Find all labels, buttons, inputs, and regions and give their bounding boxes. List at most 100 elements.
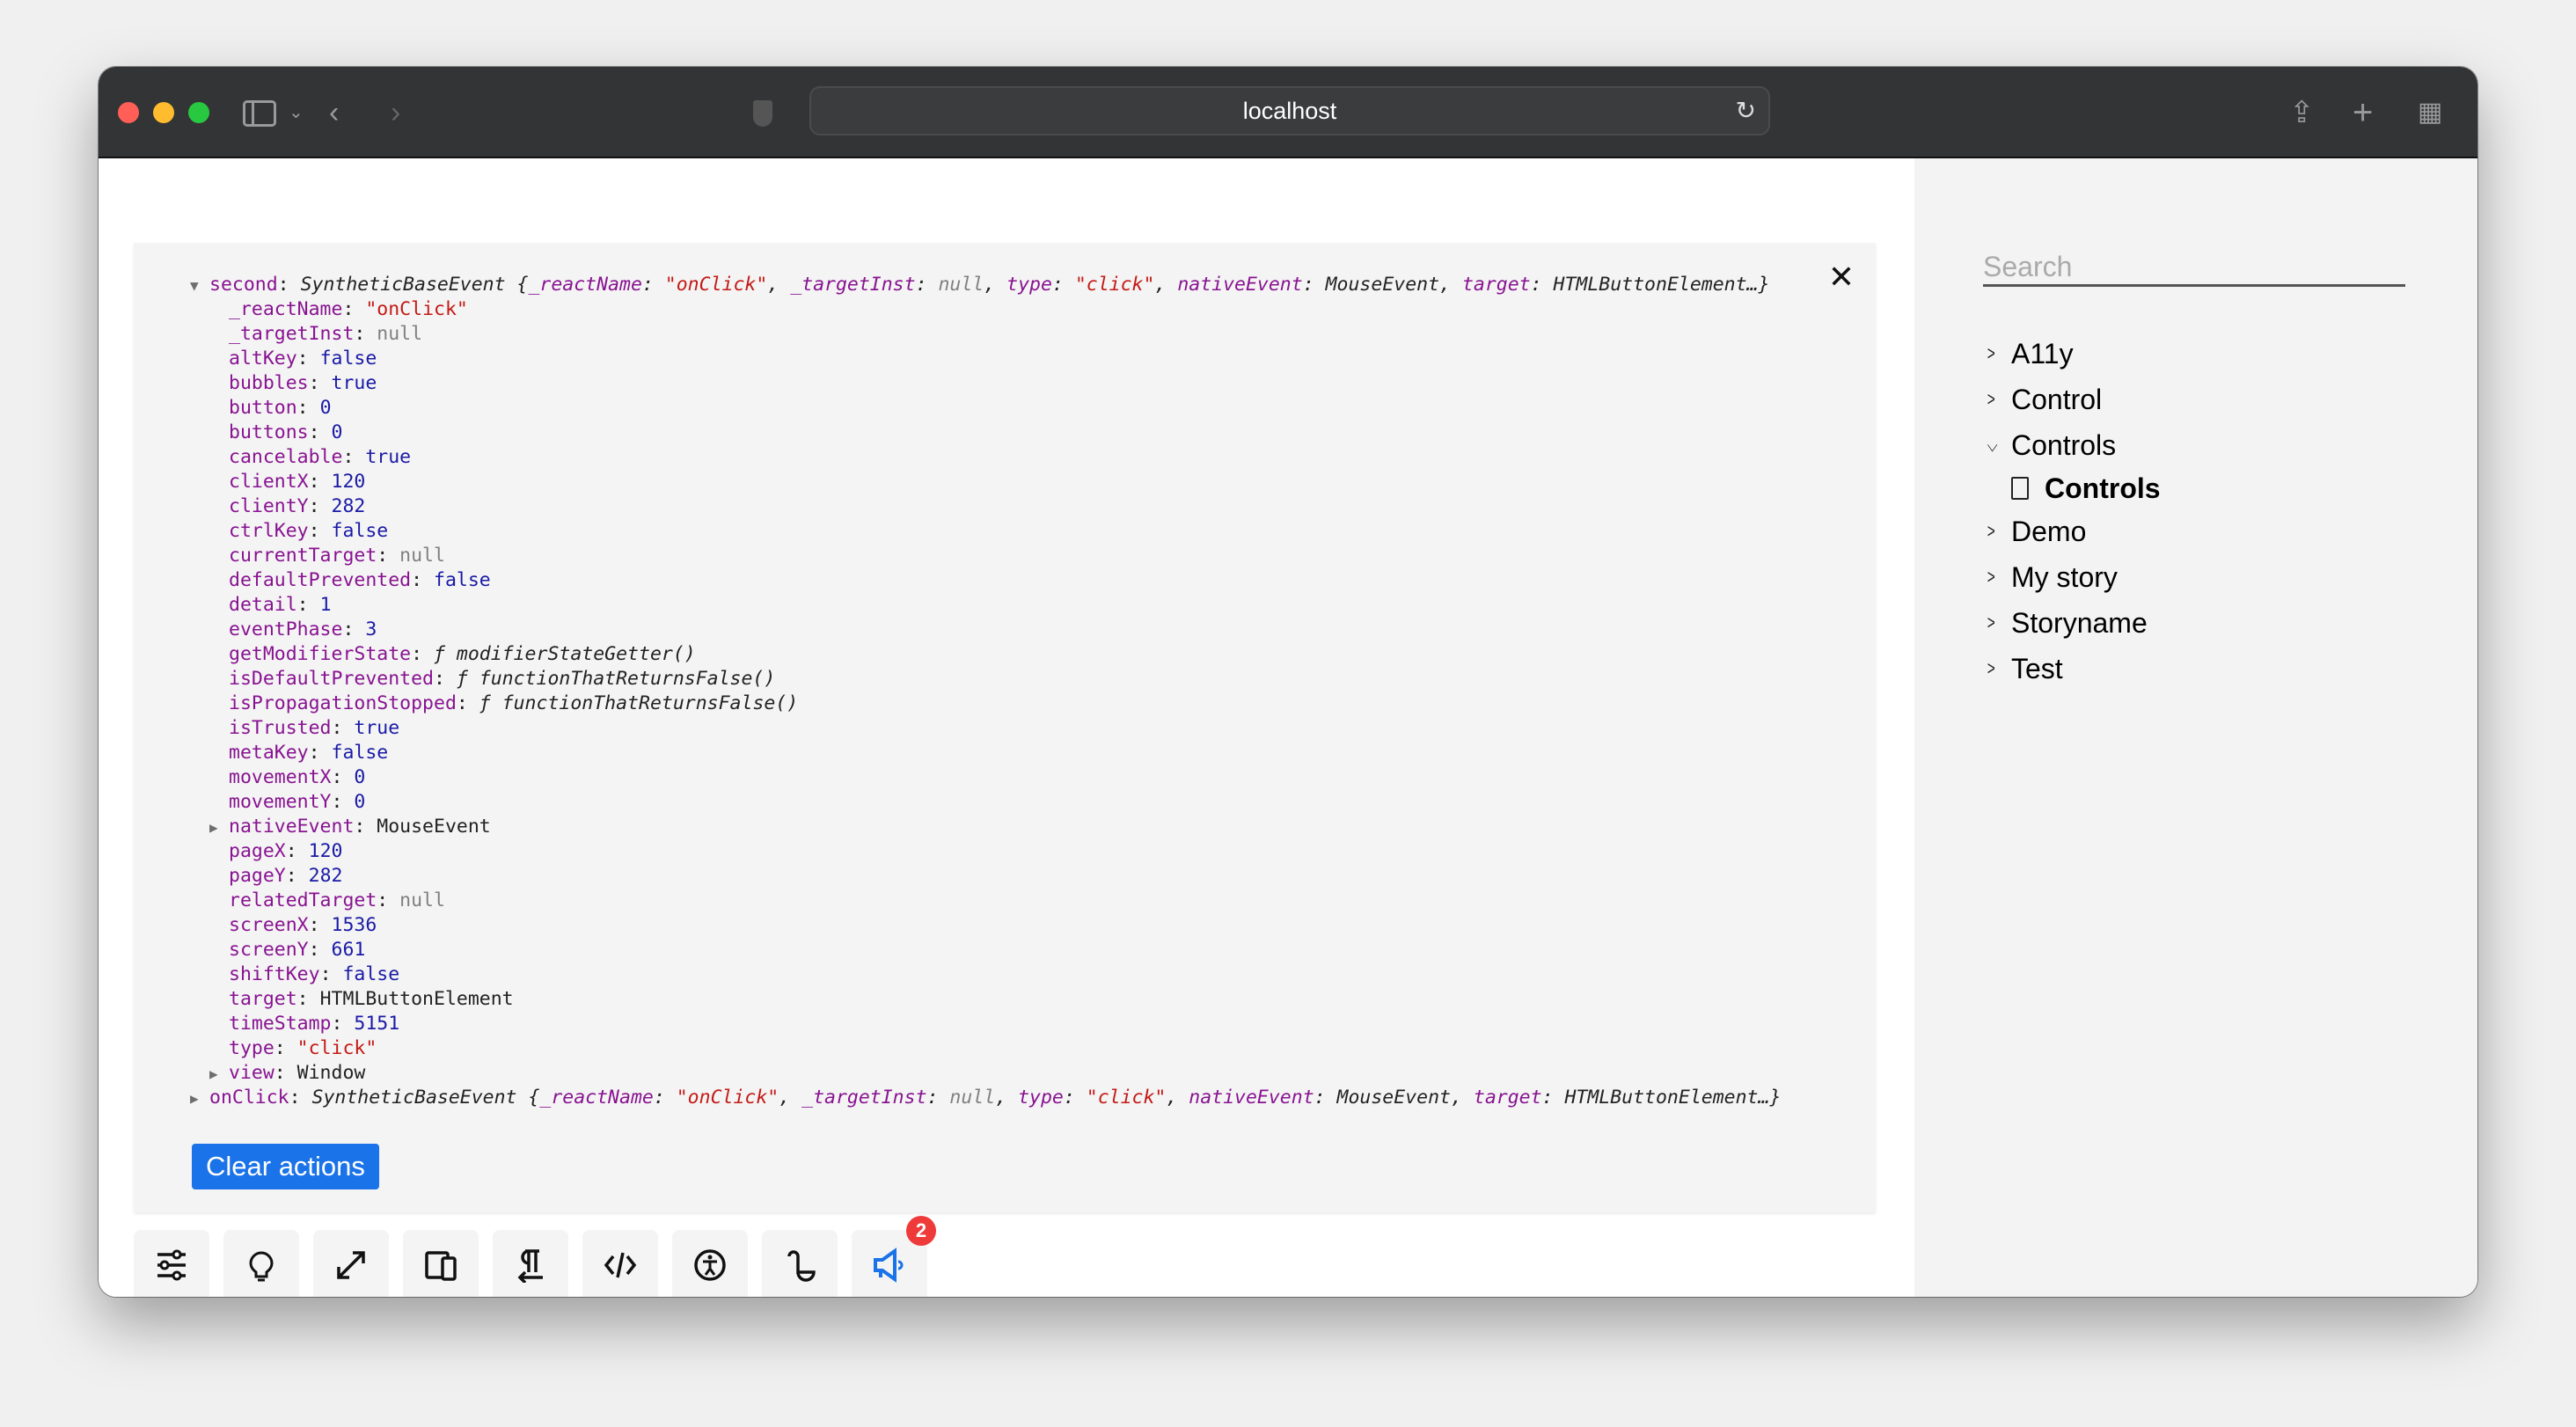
close-window-button[interactable] — [118, 102, 139, 123]
chevron-right-icon[interactable]: > — [1987, 566, 2007, 589]
sidebar-item-my-story[interactable]: > My story — [1983, 554, 2161, 600]
close-icon[interactable]: ✕ — [1828, 259, 1855, 296]
punctuation: : — [377, 545, 400, 567]
punctuation: } — [1758, 274, 1770, 296]
punctuation: : — [308, 742, 332, 764]
sidebar-item-label: Controls — [2011, 428, 2117, 461]
property-value: false — [331, 520, 389, 542]
property-value: true — [331, 372, 377, 394]
sidebar-item-demo[interactable]: > Demo — [1983, 509, 2161, 554]
chevron-down-icon[interactable]: ⌄ — [289, 97, 304, 128]
log-property: detail: 1 — [190, 593, 1781, 618]
accessibility-tool-button[interactable] — [672, 1230, 748, 1297]
sidebar-item-a11y[interactable]: > A11y — [1983, 331, 2161, 377]
punctuation: , — [1154, 274, 1178, 296]
minimize-window-button[interactable] — [153, 102, 174, 123]
viewport-tool-button[interactable] — [403, 1230, 479, 1297]
property-key: detail — [229, 594, 297, 616]
new-tab-icon[interactable]: + — [2353, 95, 2373, 130]
punctuation: , — [767, 274, 791, 296]
log-entry-onclick[interactable]: ▶ onClick: SyntheticBaseEvent {_reactName… — [190, 1086, 1781, 1110]
property-key: shiftKey — [229, 963, 320, 985]
forward-icon[interactable]: › — [391, 97, 400, 128]
property-value: 1 — [319, 594, 332, 616]
log-property[interactable]: ▶ nativeEvent: MouseEvent — [190, 815, 1781, 839]
preview-value: "onClick" — [664, 274, 768, 296]
back-icon[interactable]: ‹ — [329, 97, 339, 128]
expand-triangle-icon[interactable]: ▶ — [190, 1087, 209, 1111]
property-value: 0 — [331, 421, 343, 443]
measure-tool-button[interactable] — [762, 1230, 838, 1297]
property-value: 120 — [331, 471, 366, 493]
property-value: 0 — [354, 766, 366, 788]
punctuation: { — [516, 1087, 540, 1109]
share-icon[interactable]: ⇪ — [2289, 97, 2315, 128]
sidebar-item-controls[interactable]: ⌵ Controls — [1983, 422, 2161, 468]
sidebar-item-label: Control — [2011, 383, 2103, 415]
log-property[interactable]: ▶ view: Window — [190, 1061, 1781, 1086]
chevron-down-icon[interactable]: ⌵ — [1987, 434, 2007, 457]
fullscreen-tool-button[interactable] — [313, 1230, 389, 1297]
preview-key: target — [1461, 274, 1531, 296]
expand-triangle-icon[interactable]: ▶ — [209, 816, 229, 840]
actions-panel: ✕ ▼ second: SyntheticBaseEvent {_reactNam… — [134, 243, 1876, 1212]
sidebar-item-storyname[interactable]: > Storyname — [1983, 600, 2161, 646]
property-value: 0 — [319, 397, 332, 419]
log-class: SyntheticBaseEvent — [311, 1087, 517, 1109]
property-key: defaultPrevented — [229, 569, 412, 591]
fullscreen-icon — [337, 1251, 365, 1279]
log-property: currentTarget: null — [190, 544, 1781, 568]
log-property: clientY: 282 — [190, 494, 1781, 519]
preview-key: type — [1018, 1087, 1064, 1109]
sidebar-story-controls[interactable]: Controls — [1983, 468, 2161, 509]
tab-overview-icon[interactable]: ▦ — [2418, 97, 2442, 128]
log-property: timeStamp: 5151 — [190, 1012, 1781, 1036]
punctuation: : — [308, 471, 332, 493]
punctuation: : — [377, 889, 400, 911]
sidebar-toggle-icon[interactable] — [243, 100, 276, 127]
property-key: clientY — [229, 495, 309, 517]
log-property: buttons: 0 — [190, 421, 1781, 445]
chevron-right-icon[interactable]: > — [1987, 657, 2007, 680]
controls-tool-button[interactable] — [134, 1230, 209, 1297]
code-tool-button[interactable] — [582, 1230, 658, 1297]
log-property: clientX: 120 — [190, 470, 1781, 494]
expand-triangle-icon[interactable]: ▼ — [190, 274, 209, 298]
property-key: movementY — [229, 791, 332, 813]
shield-icon[interactable] — [753, 100, 772, 127]
clear-actions-button[interactable]: Clear actions — [192, 1144, 379, 1189]
controls-icon — [157, 1249, 186, 1281]
punctuation: : — [342, 618, 366, 640]
punctuation: : — [296, 594, 320, 616]
lightbulb-tool-button[interactable] — [223, 1230, 299, 1297]
log-property: pageX: 120 — [190, 839, 1781, 864]
sidebar-item-test[interactable]: > Test — [1983, 646, 2161, 692]
chevron-right-icon[interactable]: > — [1987, 611, 2007, 634]
address-bar[interactable]: localhost ↻ — [809, 86, 1770, 135]
sidebar-item-control[interactable]: > Control — [1983, 377, 2161, 422]
url-text: localhost — [1242, 98, 1337, 124]
log-entry-second[interactable]: ▼ second: SyntheticBaseEvent {_reactName:… — [190, 273, 1781, 297]
log-property: isTrusted: true — [190, 716, 1781, 741]
property-key: timeStamp — [229, 1013, 332, 1035]
chevron-right-icon[interactable]: > — [1987, 388, 2007, 411]
text-direction-icon — [517, 1249, 543, 1283]
property-key: clientX — [229, 471, 309, 493]
expand-triangle-icon[interactable]: ▶ — [209, 1062, 229, 1087]
reload-icon[interactable]: ↻ — [1736, 88, 1756, 134]
text-direction-tool-button[interactable] — [493, 1230, 568, 1297]
property-key: target — [229, 988, 297, 1010]
chevron-right-icon[interactable]: > — [1987, 342, 2007, 365]
chevron-right-icon[interactable]: > — [1987, 520, 2007, 543]
maximize-window-button[interactable] — [188, 102, 209, 123]
log-property: _targetInst: null — [190, 322, 1781, 347]
browser-window: ⌄ ‹ › localhost ↻ ⇪ + ▦ ✕ ▼ second: Synthe… — [99, 67, 2477, 1297]
punctuation: : — [641, 274, 665, 296]
log-property: screenY: 661 — [190, 938, 1781, 962]
actions-megaphone-tool-button[interactable]: 2 — [852, 1216, 936, 1297]
punctuation: : — [308, 372, 332, 394]
punctuation: : — [653, 1087, 677, 1109]
sidebar-item-label: Demo — [2011, 515, 2087, 547]
property-value: 3 — [365, 618, 377, 640]
search-input[interactable] — [1983, 250, 2405, 287]
